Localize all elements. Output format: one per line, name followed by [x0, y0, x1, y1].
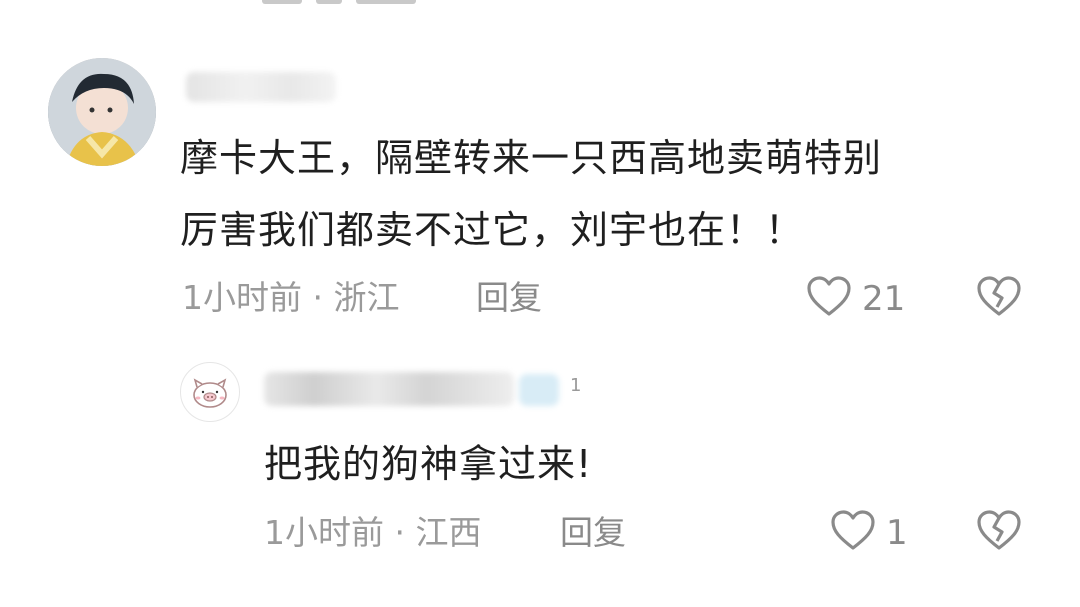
commenter-avatar[interactable]	[48, 58, 156, 166]
reply-name-redacted[interactable]	[264, 362, 564, 412]
reply-location: 江西	[415, 513, 482, 552]
like-button[interactable]	[806, 274, 852, 320]
reply-dislike-button[interactable]	[976, 508, 1022, 554]
heart-outline-icon	[831, 510, 875, 550]
meta-separator: ·	[394, 513, 406, 552]
next-content-fragment	[264, 598, 344, 607]
reply-reply-button[interactable]: 回复	[560, 513, 626, 553]
comment-time: 1小时前	[182, 278, 302, 317]
reply-meta: 1小时前 · 江西	[264, 513, 482, 553]
meta-separator: ·	[312, 278, 324, 317]
comment-meta: 1小时前 · 浙江	[182, 278, 400, 318]
heart-outline-icon	[807, 276, 851, 316]
broken-heart-icon	[977, 276, 1021, 316]
broken-heart-icon	[977, 510, 1021, 550]
like-count: 21	[862, 279, 906, 319]
reply-time: 1小时前	[264, 513, 384, 552]
reply-like-button[interactable]	[830, 508, 876, 554]
comment-location: 浙江	[333, 278, 400, 317]
pig-avatar-icon	[193, 378, 227, 408]
comment-text-line-2: 厉害我们都卖不过它，刘宇也在！！	[180, 208, 805, 252]
user-avatar-icon	[48, 58, 156, 166]
reply-text: 把我的狗神拿过来!	[264, 442, 593, 486]
reply-avatar[interactable]	[180, 362, 240, 422]
reply-button[interactable]: 回复	[476, 278, 542, 318]
comment-text-line-1: 摩卡大王，隔壁转来一只西高地卖萌特别	[180, 136, 883, 180]
dislike-button[interactable]	[976, 274, 1022, 320]
reply-like-count: 1	[886, 513, 908, 553]
previous-content-fragment	[262, 0, 502, 4]
reply-level-badge: 1	[570, 375, 582, 396]
commenter-name-redacted[interactable]	[186, 66, 336, 106]
